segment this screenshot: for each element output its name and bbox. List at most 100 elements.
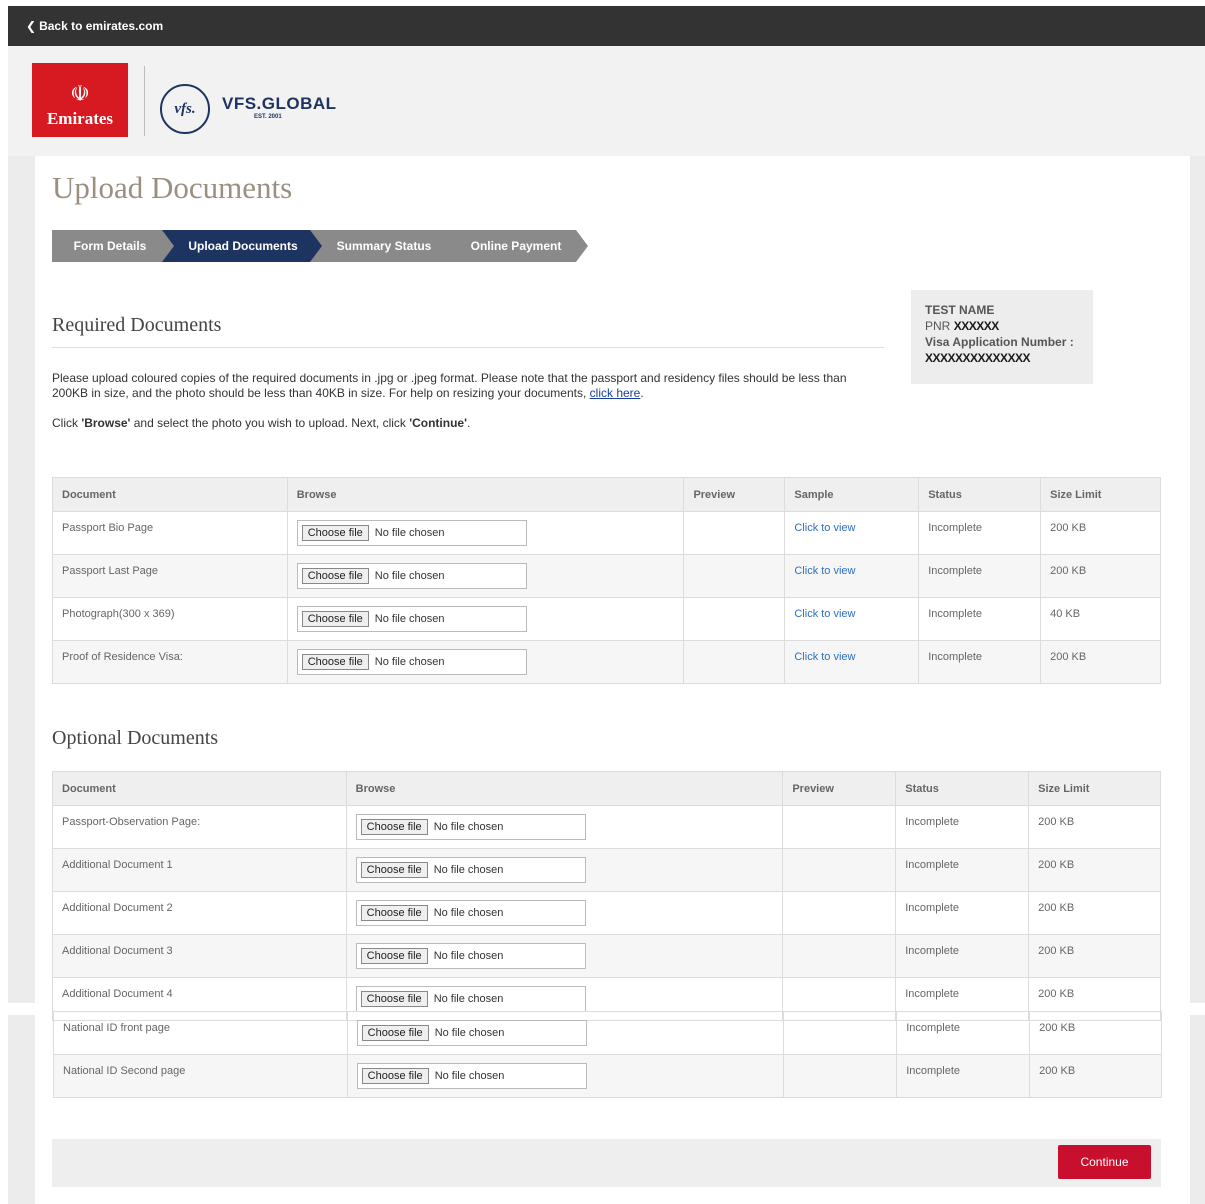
- table-header-row: Document Browse Preview Status Size Limi…: [52, 771, 1161, 806]
- sample-link[interactable]: Click to view: [784, 511, 920, 555]
- optional-documents-table-continued: National ID front page Choose file No fil…: [53, 1011, 1162, 1098]
- preview-cell: [782, 891, 897, 935]
- table-row: Additional Document 1 Choose file No file…: [52, 848, 1161, 892]
- required-documents-title: Required Documents: [52, 314, 222, 336]
- vfs-logo-mark: vfs.: [160, 84, 210, 134]
- choose-file-button[interactable]: Choose file: [301, 568, 369, 584]
- chevron-left-icon: ❮: [26, 19, 37, 33]
- status-cell: Incomplete: [895, 848, 1030, 892]
- browse-cell: Choose file No file chosen: [345, 934, 784, 978]
- right-gutter: [1190, 156, 1205, 1003]
- step-summary-status[interactable]: Summary Status: [310, 230, 458, 262]
- choose-file-button[interactable]: Choose file: [360, 905, 428, 921]
- left-gutter: [8, 156, 35, 1003]
- table-header-row: Document Browse Preview Sample Status Si…: [52, 477, 1161, 512]
- file-status: No file chosen: [433, 950, 504, 962]
- document-name: National ID front page: [53, 1011, 348, 1055]
- file-status: No file chosen: [374, 527, 445, 539]
- file-input[interactable]: Choose file No file chosen: [355, 943, 586, 969]
- choose-file-button[interactable]: Choose file: [360, 819, 428, 835]
- file-input[interactable]: Choose file No file chosen: [355, 857, 586, 883]
- file-input[interactable]: Choose file No file chosen: [296, 520, 527, 546]
- browse-cell: Choose file No file chosen: [286, 640, 685, 684]
- choose-file-button[interactable]: Choose file: [301, 525, 369, 541]
- right-gutter-lower: [1190, 1015, 1205, 1204]
- size-limit-cell: 200 KB: [1028, 934, 1161, 978]
- file-status: No file chosen: [374, 570, 445, 582]
- emirates-wordmark: Emirates: [46, 109, 114, 128]
- file-status: No file chosen: [433, 864, 504, 876]
- step-form-details[interactable]: Form Details: [52, 230, 178, 262]
- status-cell: Incomplete: [918, 640, 1042, 684]
- choose-file-button[interactable]: Choose file: [360, 991, 428, 1007]
- file-input[interactable]: Choose file No file chosen: [355, 986, 586, 1012]
- sample-link[interactable]: Click to view: [784, 554, 920, 598]
- size-limit-cell: 200 KB: [1029, 1011, 1162, 1055]
- file-status: No file chosen: [434, 1070, 505, 1082]
- file-status: No file chosen: [433, 821, 504, 833]
- table-row: Photograph(300 x 369) Choose file No file…: [52, 597, 1161, 641]
- file-input[interactable]: Choose file No file chosen: [355, 900, 586, 926]
- step-online-payment[interactable]: Online Payment: [444, 230, 588, 262]
- file-input[interactable]: Choose file No file chosen: [356, 1020, 587, 1046]
- column-header: Browse: [345, 771, 784, 806]
- status-cell: Incomplete: [918, 511, 1042, 555]
- file-status: No file chosen: [434, 1027, 505, 1039]
- file-input[interactable]: Choose file No file chosen: [296, 606, 527, 632]
- applicant-name: TEST NAME: [925, 303, 995, 317]
- continue-button[interactable]: Continue: [1058, 1145, 1151, 1179]
- choose-file-button[interactable]: Choose file: [301, 654, 369, 670]
- column-header: Browse: [286, 477, 685, 512]
- table-row: National ID front page Choose file No fil…: [53, 1011, 1162, 1055]
- file-status: No file chosen: [433, 907, 504, 919]
- table-row: Passport Last Page Choose file No file ch…: [52, 554, 1161, 598]
- size-limit-cell: 200 KB: [1040, 640, 1161, 684]
- status-cell: Incomplete: [895, 891, 1030, 935]
- preview-cell: [782, 805, 897, 849]
- table-row: Additional Document 3 Choose file No file…: [52, 934, 1161, 978]
- choose-file-button[interactable]: Choose file: [360, 862, 428, 878]
- resize-help-link[interactable]: click here: [590, 386, 641, 400]
- preview-cell: [683, 554, 786, 598]
- choose-file-button[interactable]: Choose file: [360, 948, 428, 964]
- document-name: Passport Bio Page: [52, 511, 288, 555]
- required-documents-table: Document Browse Preview Sample Status Si…: [52, 477, 1161, 684]
- sample-link[interactable]: Click to view: [784, 640, 920, 684]
- table-row: Proof of Residence Visa: Choose file No f…: [52, 640, 1161, 684]
- column-header: Document: [52, 771, 347, 806]
- optional-documents-title: Optional Documents: [52, 727, 219, 749]
- file-input[interactable]: Choose file No file chosen: [296, 563, 527, 589]
- document-name: Proof of Residence Visa:: [52, 640, 288, 684]
- sample-link[interactable]: Click to view: [784, 597, 920, 641]
- vfs-logo-wordmark: VFS.GLOBAL: [222, 94, 337, 113]
- size-limit-cell: 200 KB: [1028, 848, 1161, 892]
- choose-file-button[interactable]: Choose file: [301, 611, 369, 627]
- step-upload-documents[interactable]: Upload Documents: [162, 230, 324, 262]
- emirates-logo[interactable]: ☫ Emirates: [32, 63, 128, 137]
- file-input[interactable]: Choose file No file chosen: [356, 1063, 587, 1089]
- status-cell: Incomplete: [918, 554, 1042, 598]
- file-input[interactable]: Choose file No file chosen: [355, 814, 586, 840]
- column-header: Size Limit: [1040, 477, 1161, 512]
- status-cell: Incomplete: [895, 934, 1030, 978]
- document-name: Additional Document 2: [52, 891, 347, 935]
- browse-instructions: Click 'Browse' and select the photo you …: [52, 416, 471, 430]
- form-footer: [52, 1139, 1161, 1187]
- pnr-line: PNR XXXXXX: [925, 319, 999, 333]
- browse-cell: Choose file No file chosen: [345, 891, 784, 935]
- applicant-info-box: TEST NAME PNR XXXXXX Visa Application Nu…: [911, 290, 1093, 384]
- file-input[interactable]: Choose file No file chosen: [296, 649, 527, 675]
- document-name: Additional Document 3: [52, 934, 347, 978]
- choose-file-button[interactable]: Choose file: [361, 1025, 429, 1041]
- logo-divider: [144, 66, 145, 136]
- back-link[interactable]: ❮ Back to emirates.com: [8, 6, 1205, 46]
- browse-cell: Choose file No file chosen: [286, 554, 685, 598]
- column-header: Status: [918, 477, 1042, 512]
- size-limit-cell: 200 KB: [1028, 805, 1161, 849]
- table-row: National ID Second page Choose file No fi…: [53, 1054, 1162, 1098]
- choose-file-button[interactable]: Choose file: [361, 1068, 429, 1084]
- size-limit-cell: 40 KB: [1040, 597, 1161, 641]
- column-header: Status: [895, 771, 1030, 806]
- visa-number-label: Visa Application Number :: [925, 335, 1074, 349]
- upload-instructions: Please upload coloured copies of the req…: [52, 371, 847, 400]
